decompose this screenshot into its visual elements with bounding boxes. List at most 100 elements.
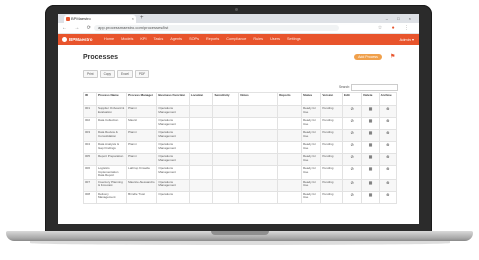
edit-icon[interactable]: ⊘ [341, 141, 363, 154]
address-bar[interactable]: app.processmaestro.com/processes/list [94, 25, 339, 31]
table-cell [212, 105, 240, 118]
table-cell [277, 117, 302, 130]
menu-item-settings[interactable]: Settings [287, 34, 301, 45]
copy-button[interactable]: Copy [99, 70, 116, 78]
delete-icon[interactable]: ▦ [361, 178, 380, 192]
archive-icon[interactable]: ⊗ [378, 165, 398, 180]
new-tab-button[interactable]: + [140, 14, 144, 23]
archive-icon[interactable]: ⊗ [378, 190, 398, 204]
table-cell [238, 129, 279, 142]
delete-icon[interactable]: ▦ [361, 129, 380, 142]
table-cell: Brindle Trust [126, 190, 158, 204]
delete-icon[interactable]: ▦ [361, 165, 380, 180]
table-cell [238, 165, 279, 180]
table-cell: Operations Management [156, 105, 190, 118]
col-header-sensitivity[interactable]: Sensitivity [212, 92, 240, 106]
print-button[interactable]: Print [83, 70, 98, 78]
page-title: Processes [83, 54, 119, 61]
archive-icon[interactable]: ⊗ [378, 178, 398, 192]
window-controls[interactable]: – □ × [386, 14, 415, 23]
archive-icon[interactable]: ⊗ [378, 153, 398, 166]
archive-icon[interactable]: ⊗ [378, 141, 398, 154]
edit-icon[interactable]: ⊘ [341, 105, 363, 118]
table-cell: Pending [320, 165, 343, 180]
col-header-notes[interactable]: Notes [238, 92, 279, 106]
edit-icon[interactable]: ⊘ [341, 117, 363, 130]
table-row[interactable]: 002 Data Collection Mauric Operations Manag… [83, 117, 398, 130]
edit-icon[interactable]: ⊘ [341, 178, 363, 192]
col-header-reports[interactable]: Reports [277, 92, 302, 106]
table-cell: Ready for Use [300, 153, 322, 166]
table-cell [188, 178, 214, 192]
table-cell: Data Analysis & Gap Findings [95, 141, 128, 154]
flag-icon[interactable]: ⚑ [390, 54, 396, 60]
table-cell: Pending [320, 105, 343, 118]
edit-icon[interactable]: ⊘ [341, 153, 363, 166]
excel-button[interactable]: Excel [117, 70, 133, 78]
app-brand[interactable]: BPMaestro [62, 34, 93, 45]
col-header-location[interactable]: Location [188, 92, 214, 106]
edit-icon[interactable]: ⊘ [341, 190, 363, 204]
menu-item-rules[interactable]: Rules [253, 34, 263, 45]
menu-item-users[interactable]: Users [270, 34, 280, 45]
menu-item-kpi[interactable]: KPI [140, 34, 146, 45]
app-nav-bar: BPMaestro Home Models KPI Tasks Agents S… [58, 34, 419, 45]
add-process-button[interactable]: Add Process [354, 54, 382, 60]
table-row[interactable]: 003 Data Review & Consolidation Planni Oper… [83, 129, 398, 142]
table-cell: Ready for Use [300, 178, 322, 192]
col-header-edit: Edit [341, 92, 363, 106]
delete-icon[interactable]: ▦ [361, 117, 380, 130]
user-menu[interactable]: Admin ▾ [400, 34, 414, 45]
menu-item-agents[interactable]: Agents [170, 34, 182, 45]
delete-icon[interactable]: ▦ [361, 105, 380, 118]
delete-icon[interactable]: ▦ [361, 190, 380, 204]
close-tab-icon[interactable]: × [132, 15, 134, 23]
delete-icon[interactable]: ▦ [361, 141, 380, 154]
col-header-process-manager[interactable]: Process Manager [126, 92, 158, 106]
table-row[interactable]: 008 Delivery Management Brindle Trust Opera… [83, 190, 398, 204]
table-row[interactable]: 006 Logistics Implementation Data Report L… [83, 165, 398, 180]
delete-icon[interactable]: ▦ [361, 153, 380, 166]
table-row[interactable]: 004 Data Analysis & Gap Findings Planni Ope… [83, 141, 398, 154]
table-cell: Planni [126, 153, 158, 166]
archive-icon[interactable]: ⊗ [378, 105, 398, 118]
search-label: Search: [339, 85, 350, 89]
menu-item-tasks[interactable]: Tasks [154, 34, 164, 45]
archive-icon[interactable]: ⊗ [378, 117, 398, 130]
browser-menu-icon[interactable]: ⋮ [404, 25, 413, 31]
col-header-id[interactable]: ID [83, 92, 97, 106]
col-header-process-name[interactable]: Process Name [95, 92, 128, 106]
table-row[interactable]: 001 Supplier Onboard & Evaluation Planni Op… [83, 105, 398, 118]
table-cell: Operations Management [156, 165, 190, 180]
archive-icon[interactable]: ⊗ [378, 129, 398, 142]
table-cell [188, 141, 214, 154]
col-header-status[interactable]: Status [300, 92, 322, 106]
table-cell: Logistics Implementation Data Report [95, 165, 128, 180]
table-cell [277, 178, 302, 192]
table-cell: Operations Management [156, 141, 190, 154]
menu-item-sops[interactable]: SOPs [189, 34, 199, 45]
table-body: 001 Supplier Onboard & Evaluation Planni Op… [83, 105, 398, 204]
laptop-opening-notch [211, 231, 269, 235]
menu-item-reports[interactable]: Reports [206, 34, 219, 45]
table-cell [212, 153, 240, 166]
browser-tab[interactable]: BPMaestro × [64, 15, 136, 23]
col-header-business-function[interactable]: Business Function [156, 92, 190, 106]
menu-item-models[interactable]: Models [121, 34, 133, 45]
table-row[interactable]: 005 Report Preparation Planni Operations Ma… [83, 153, 398, 166]
webcam [235, 8, 238, 11]
table-cell: Planni [126, 105, 158, 118]
table-row[interactable]: 007 Inventory Planning & Forecast Maurice … [83, 178, 398, 192]
bookmark-star-icon[interactable]: ☆ [378, 25, 386, 31]
table-cell: Report Preparation [95, 153, 128, 166]
menu-item-home[interactable]: Home [104, 34, 114, 45]
edit-icon[interactable]: ⊘ [341, 165, 363, 180]
table-cell [238, 178, 279, 192]
edit-icon[interactable]: ⊘ [341, 129, 363, 142]
pdf-button[interactable]: PDF [134, 70, 150, 78]
search-input[interactable] [351, 84, 398, 91]
menu-item-compliance[interactable]: Compliance [226, 34, 246, 45]
table-cell [277, 153, 302, 166]
col-header-version[interactable]: Version [320, 92, 343, 106]
profile-icon[interactable]: ● [392, 25, 399, 31]
